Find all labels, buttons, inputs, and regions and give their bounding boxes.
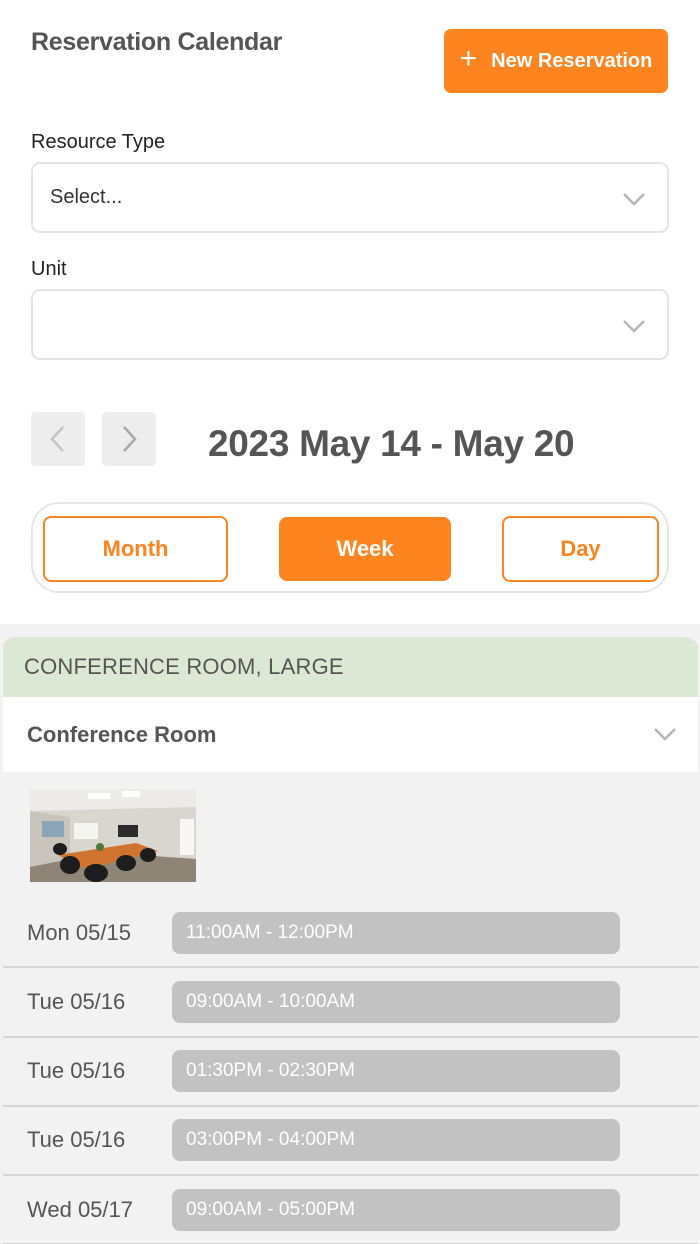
- reservation-slot[interactable]: 11:00AM - 12:00PM: [172, 911, 620, 954]
- resource-group-header: CONFERENCE ROOM, LARGE: [3, 637, 698, 697]
- reservation-row: Mon 05/15 11:00AM - 12:00PM: [3, 899, 698, 969]
- reservation-row: Wed 05/17 09:00AM - 05:00PM: [3, 1176, 698, 1244]
- unit-label: Unit: [31, 258, 67, 280]
- reservation-list-panel: CONFERENCE ROOM, LARGE Conference Room M…: [0, 624, 700, 1244]
- reservation-slot[interactable]: 01:30PM - 02:30PM: [172, 1050, 620, 1093]
- reservation-row: Tue 05/16 01:30PM - 02:30PM: [3, 1038, 698, 1107]
- date-range: 2023 May 14 - May 20: [208, 423, 575, 464]
- prev-week-button[interactable]: [31, 412, 85, 466]
- resource-type-select[interactable]: Select...: [31, 162, 669, 233]
- chevron-right-icon: [123, 426, 137, 452]
- next-week-button[interactable]: [102, 412, 156, 466]
- resource-type-label: Resource Type: [31, 131, 166, 153]
- reservation-list: Mon 05/15 11:00AM - 12:00PM Tue 05/16 09…: [3, 899, 698, 1244]
- day-view-button[interactable]: Day: [502, 516, 659, 582]
- resource-type-value: Select...: [50, 186, 123, 208]
- plus-icon: +: [459, 42, 478, 75]
- reservation-row: Tue 05/16 09:00AM - 10:00AM: [3, 968, 698, 1038]
- reservation-day: Wed 05/17: [27, 1196, 134, 1222]
- reservation-day: Tue 05/16: [27, 1058, 126, 1084]
- reservation-row: Tue 05/16 03:00PM - 04:00PM: [3, 1107, 698, 1176]
- view-toggle: Month Week Day: [31, 502, 669, 593]
- reservation-day: Tue 05/16: [27, 1127, 126, 1153]
- conference-room-photo: [30, 789, 196, 882]
- chevron-down-icon: [623, 320, 645, 333]
- month-view-button[interactable]: Month: [43, 516, 228, 582]
- resource-name: Conference Room: [27, 721, 217, 747]
- reservation-day: Mon 05/15: [27, 919, 131, 945]
- chevron-down-icon: [654, 728, 676, 741]
- chevron-left-icon: [50, 426, 64, 452]
- resource-accordion-header[interactable]: Conference Room: [3, 697, 698, 772]
- new-reservation-label: New Reservation: [491, 49, 653, 72]
- chevron-down-icon: [623, 193, 645, 206]
- reservation-slot[interactable]: 09:00AM - 05:00PM: [172, 1188, 620, 1231]
- week-view-button[interactable]: Week: [279, 517, 451, 581]
- reservation-slot[interactable]: 03:00PM - 04:00PM: [172, 1119, 620, 1162]
- page-title: Reservation Calendar: [31, 28, 283, 56]
- reservation-slot[interactable]: 09:00AM - 10:00AM: [172, 980, 620, 1023]
- reservation-day: Tue 05/16: [27, 988, 126, 1014]
- new-reservation-button[interactable]: + New Reservation: [444, 29, 668, 93]
- unit-select[interactable]: [31, 289, 669, 360]
